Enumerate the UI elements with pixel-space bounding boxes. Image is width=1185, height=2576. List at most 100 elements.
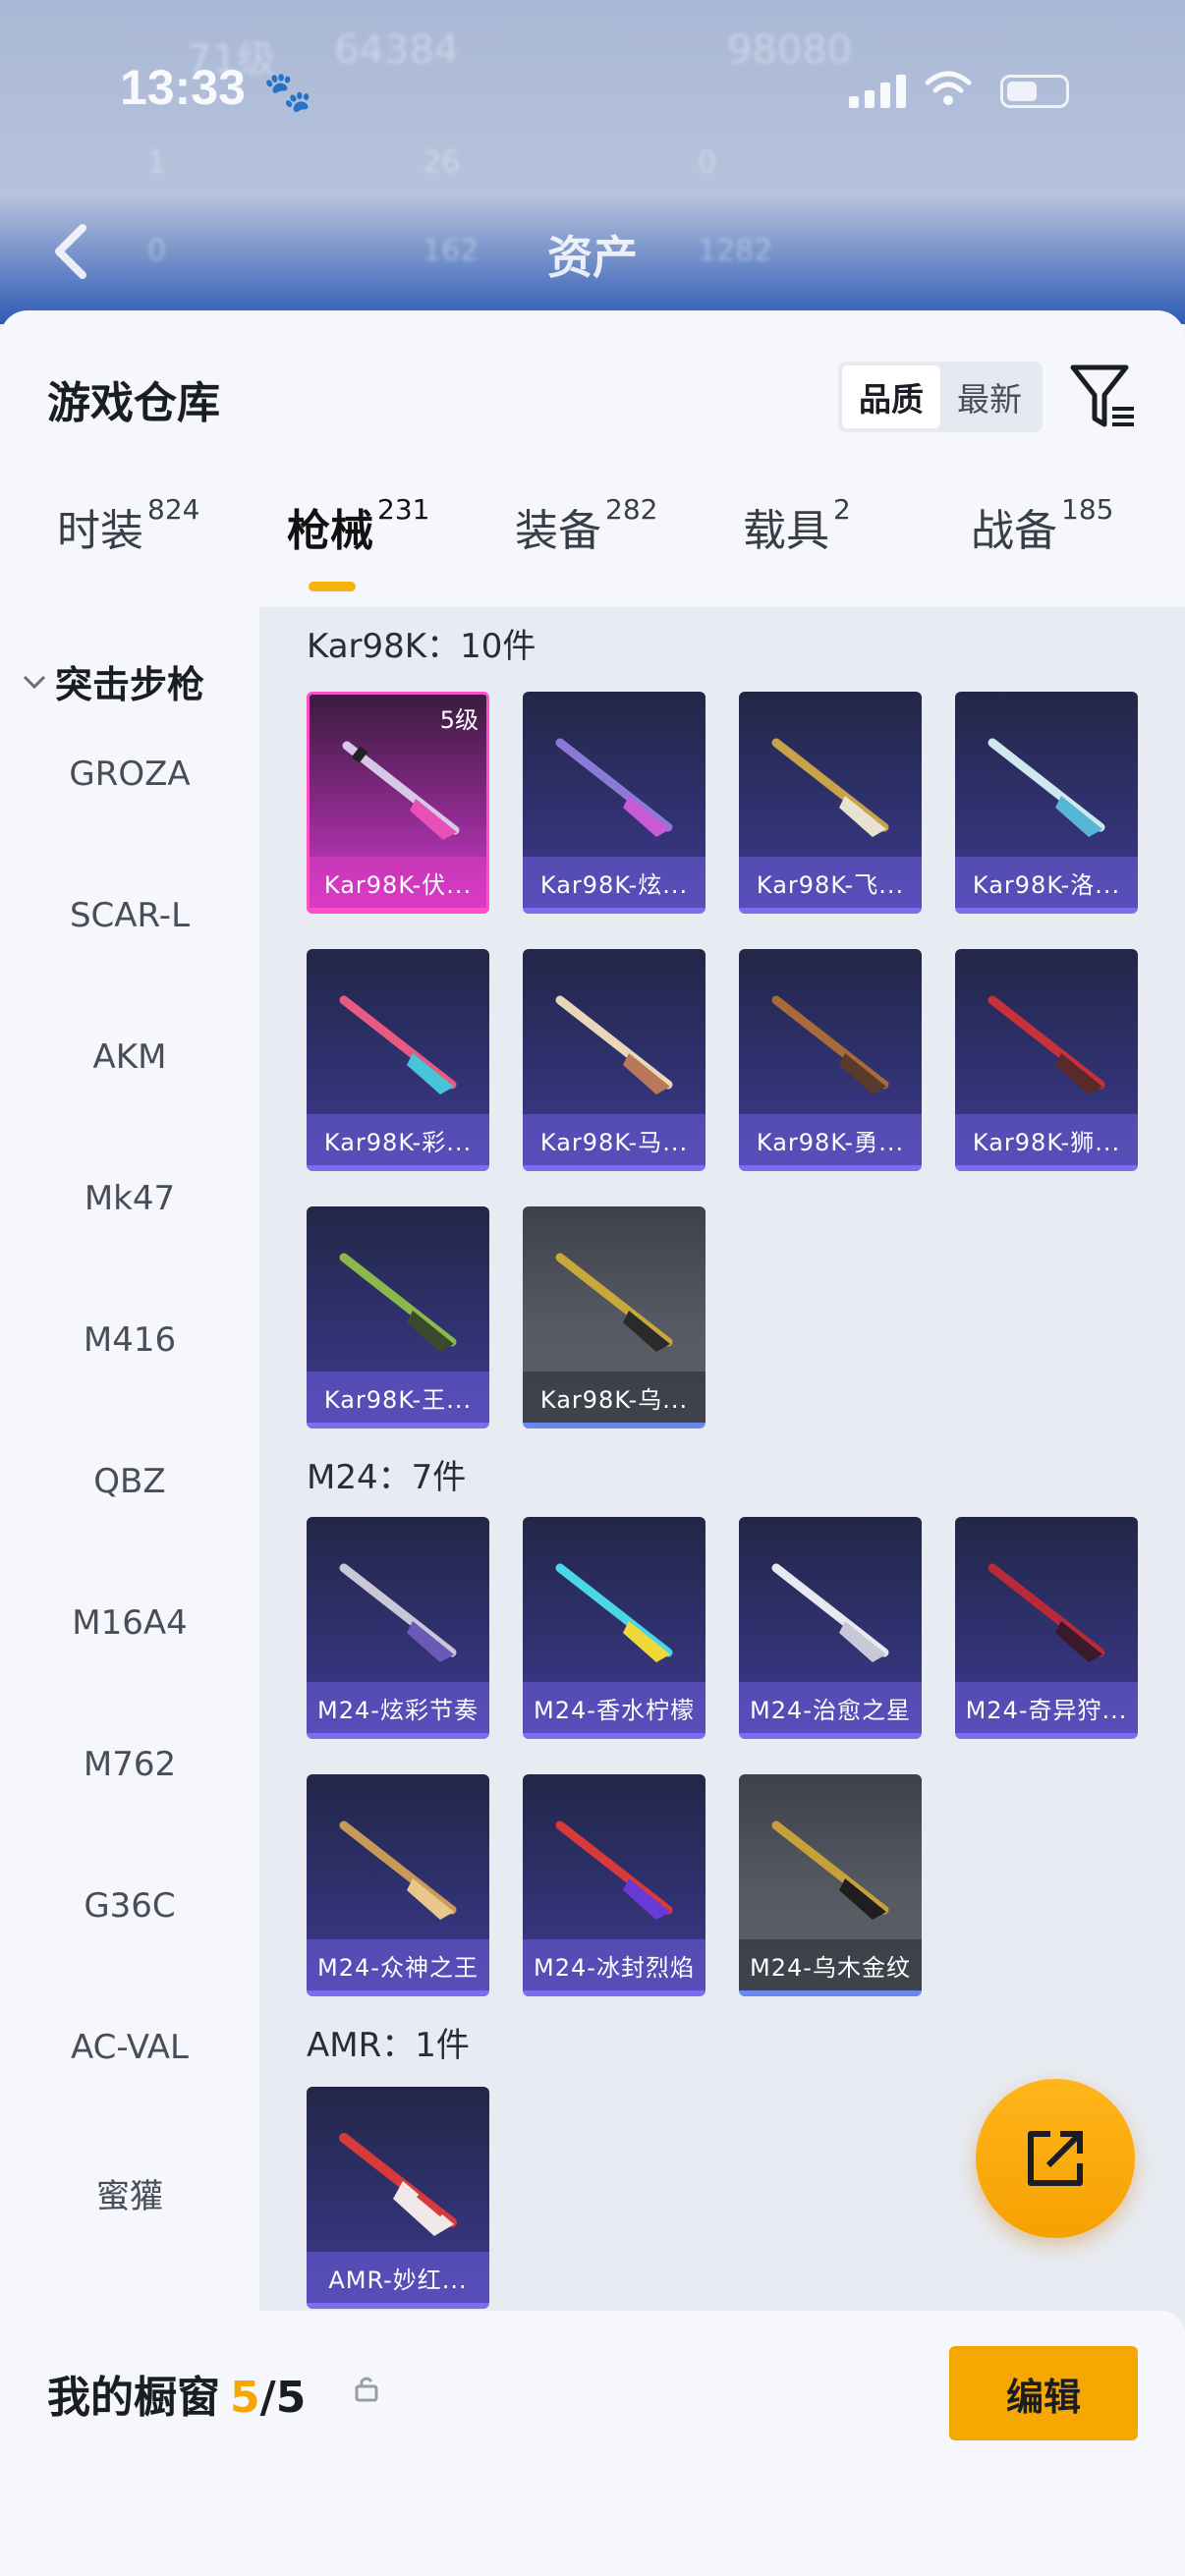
- tab-equipment[interactable]: 装备 282: [515, 493, 658, 593]
- rifle-icon: [339, 995, 457, 1094]
- weapon-name: M24-香水柠檬: [523, 1682, 705, 1733]
- weapon-name: Kar98K-乌...: [523, 1372, 705, 1423]
- sort-toggle: 品质 最新: [838, 362, 1043, 432]
- weapon-name: M24-乌木金纹: [739, 1939, 922, 1990]
- rifle-icon: [555, 1820, 673, 1920]
- tab-firearms[interactable]: 枪械 231: [287, 493, 430, 593]
- paw-icon: 🐾: [263, 70, 312, 115]
- bg-row1-b: 26: [423, 145, 461, 180]
- wifi-icon: [925, 71, 972, 105]
- bg-row1-c: 0: [698, 145, 717, 180]
- group-title-amr: AMR：1件: [307, 2026, 470, 2065]
- sidebar-category-assault-rifles[interactable]: 突击步枪: [20, 654, 204, 708]
- weapon-card[interactable]: Kar98K-洛...: [955, 692, 1138, 914]
- weapon-card[interactable]: M24-奇异狩...: [955, 1517, 1138, 1739]
- sidebar-item[interactable]: M416: [0, 1320, 259, 1360]
- sort-newest-button[interactable]: 最新: [940, 365, 1039, 428]
- weapon-card[interactable]: Kar98K-乌...: [523, 1206, 705, 1428]
- weapon-name: M24-炫彩节奏: [307, 1682, 489, 1733]
- rifle-icon: [771, 1563, 889, 1662]
- rifle-icon: [339, 1820, 457, 1920]
- tab-count: 282: [605, 493, 658, 526]
- tab-label: 枪械: [287, 506, 373, 556]
- rifle-icon: [771, 1820, 889, 1920]
- sidebar-item[interactable]: M762: [0, 1745, 259, 1784]
- nav-bar: 资产: [0, 216, 1185, 295]
- weapon-name: Kar98K-伏...: [310, 857, 486, 908]
- weapon-name: Kar98K-王...: [307, 1372, 489, 1423]
- weapon-name: M24-治愈之星: [739, 1682, 922, 1733]
- active-tab-indicator: [309, 582, 356, 591]
- sidebar-item[interactable]: AC-VAL: [0, 2028, 259, 2067]
- rifle-icon: [771, 738, 889, 837]
- group-title-m24: M24：7件: [307, 1458, 467, 1497]
- sidebar-item[interactable]: G36C: [0, 1886, 259, 1926]
- showcase-title: 我的橱窗 5 / 5: [47, 2362, 306, 2425]
- weapon-name: Kar98K-洛...: [955, 857, 1138, 908]
- weapon-card[interactable]: M24-乌木金纹: [739, 1774, 922, 1996]
- rifle-icon: [555, 995, 673, 1094]
- weapon-card[interactable]: M24-众神之王: [307, 1774, 489, 1996]
- weapon-card[interactable]: Kar98K-勇...: [739, 949, 922, 1171]
- battery-icon: [1000, 75, 1069, 108]
- sort-quality-button[interactable]: 品质: [842, 365, 940, 428]
- filter-icon[interactable]: [1069, 360, 1138, 434]
- weapon-sidebar: 突击步枪 GROZA SCAR-L AKM Mk47 M416 QBZ M16A…: [0, 607, 259, 2474]
- weapon-name: Kar98K-炫...: [523, 857, 705, 908]
- weapon-card[interactable]: 5级 Kar98K-伏...: [307, 692, 489, 914]
- rifle-icon: [555, 1563, 673, 1662]
- sidebar-category-label: 突击步枪: [55, 663, 205, 706]
- group-title-kar98k: Kar98K：10件: [307, 627, 536, 666]
- sidebar-item[interactable]: 蜜獾: [0, 2169, 259, 2217]
- tab-vehicles[interactable]: 载具 2: [743, 493, 851, 593]
- weapon-name: M24-冰封烈焰: [523, 1939, 705, 1990]
- cellular-signal-icon: [849, 75, 906, 108]
- weapon-card[interactable]: Kar98K-狮...: [955, 949, 1138, 1171]
- weapon-card[interactable]: Kar98K-王...: [307, 1206, 489, 1428]
- lock-icon: [355, 2377, 378, 2402]
- sidebar-item[interactable]: AKM: [0, 1037, 259, 1077]
- weapon-card[interactable]: M24-冰封烈焰: [523, 1774, 705, 1996]
- sidebar-item[interactable]: M16A4: [0, 1603, 259, 1643]
- tab-fashion[interactable]: 时装 824: [57, 493, 199, 593]
- weapon-name: Kar98K-彩...: [307, 1114, 489, 1165]
- tab-supplies[interactable]: 战备 185: [971, 493, 1114, 593]
- weapon-name: Kar98K-飞...: [739, 857, 922, 908]
- warehouse-sheet: 游戏仓库 品质 最新 时装 824 枪械 231 装备 282 载具 2 战备 …: [0, 310, 1185, 2576]
- sidebar-item[interactable]: QBZ: [0, 1462, 259, 1501]
- edit-button[interactable]: 编辑: [949, 2346, 1138, 2440]
- weapon-card[interactable]: M24-香水柠檬: [523, 1517, 705, 1739]
- share-icon: [1028, 2131, 1083, 2186]
- weapon-card[interactable]: Kar98K-马...: [523, 949, 705, 1171]
- showcase-total-count: 5: [275, 2373, 307, 2423]
- weapon-card[interactable]: Kar98K-炫...: [523, 692, 705, 914]
- tab-count: 185: [1061, 493, 1114, 526]
- tab-count: 231: [377, 493, 430, 526]
- weapon-name: AMR-妙红...: [307, 2252, 489, 2303]
- rifle-icon: [339, 2133, 457, 2236]
- nav-title: 资产: [547, 231, 638, 284]
- rifle-icon: [342, 741, 460, 840]
- tab-count: 2: [833, 493, 851, 526]
- sidebar-item[interactable]: Mk47: [0, 1179, 259, 1218]
- background-header: 71级 64384 98080 1 26 0 0 162 1282 13:33 …: [0, 0, 1185, 324]
- tab-label: 载具: [743, 506, 829, 556]
- sidebar-item[interactable]: SCAR-L: [0, 896, 259, 935]
- rifle-icon: [988, 995, 1105, 1094]
- share-button[interactable]: [976, 2079, 1135, 2238]
- rifle-icon: [988, 1563, 1105, 1662]
- status-time: 13:33: [120, 60, 246, 115]
- weapon-name: Kar98K-马...: [523, 1114, 705, 1165]
- weapon-card[interactable]: M24-炫彩节奏: [307, 1517, 489, 1739]
- bg-row1-a: 1: [147, 145, 167, 180]
- tab-label: 装备: [515, 506, 601, 556]
- weapon-card[interactable]: Kar98K-飞...: [739, 692, 922, 914]
- weapon-name: Kar98K-狮...: [955, 1114, 1138, 1165]
- weapon-card[interactable]: Kar98K-彩...: [307, 949, 489, 1171]
- weapon-card[interactable]: AMR-妙红...: [307, 2087, 489, 2309]
- showcase-bar: 我的橱窗 5 / 5 编辑: [0, 2311, 1185, 2576]
- sidebar-item[interactable]: GROZA: [0, 755, 259, 794]
- weapon-card[interactable]: M24-治愈之星: [739, 1517, 922, 1739]
- rifle-icon: [339, 1253, 457, 1352]
- chevron-down-icon: [23, 675, 46, 689]
